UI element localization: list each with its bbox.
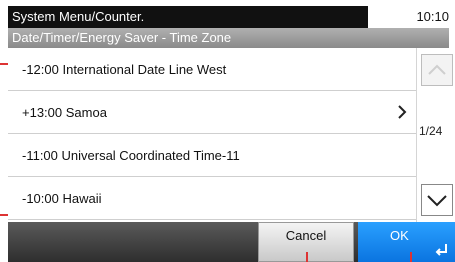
list-item-label: +13:00 Samoa <box>22 105 107 120</box>
annotation-marker <box>0 63 8 65</box>
list-item-time-zone[interactable]: -10:00 Hawaii <box>8 177 416 220</box>
annotation-marker <box>306 252 308 262</box>
ok-label: OK <box>390 228 409 243</box>
scroll-down-button[interactable] <box>421 184 453 216</box>
status-bar: System Menu/Counter. 10:10 <box>8 6 449 28</box>
list-item-label: -12:00 International Date Line West <box>22 62 227 77</box>
breadcrumb: Date/Timer/Energy Saver - Time Zone <box>8 28 449 48</box>
scroll-up-button[interactable] <box>421 54 453 86</box>
list-item-label: -11:00 Universal Coordinated Time-11 <box>22 148 240 163</box>
list-item-time-zone[interactable]: +13:00 Samoa <box>8 91 416 134</box>
chevron-right-icon <box>398 105 407 119</box>
time-zone-list: -12:00 International Date Line West +13:… <box>8 48 416 222</box>
footer-bar: Cancel OK <box>8 222 455 262</box>
scroll-panel: 1/24 <box>416 48 455 222</box>
chevron-down-icon <box>427 195 447 207</box>
annotation-marker <box>0 214 8 216</box>
chevron-up-icon <box>428 64 446 75</box>
clock-time: 10:10 <box>416 9 449 24</box>
list-item-time-zone[interactable]: -11:00 Universal Coordinated Time-11 <box>8 134 416 177</box>
page-indicator: 1/24 <box>419 124 443 138</box>
list-item-time-zone[interactable]: -12:00 International Date Line West <box>8 48 416 91</box>
ok-button[interactable]: OK <box>358 222 455 262</box>
enter-icon <box>435 244 447 256</box>
annotation-marker <box>410 252 412 262</box>
list-item-label: -10:00 Hawaii <box>22 191 102 206</box>
screen-title: System Menu/Counter. <box>8 6 368 28</box>
